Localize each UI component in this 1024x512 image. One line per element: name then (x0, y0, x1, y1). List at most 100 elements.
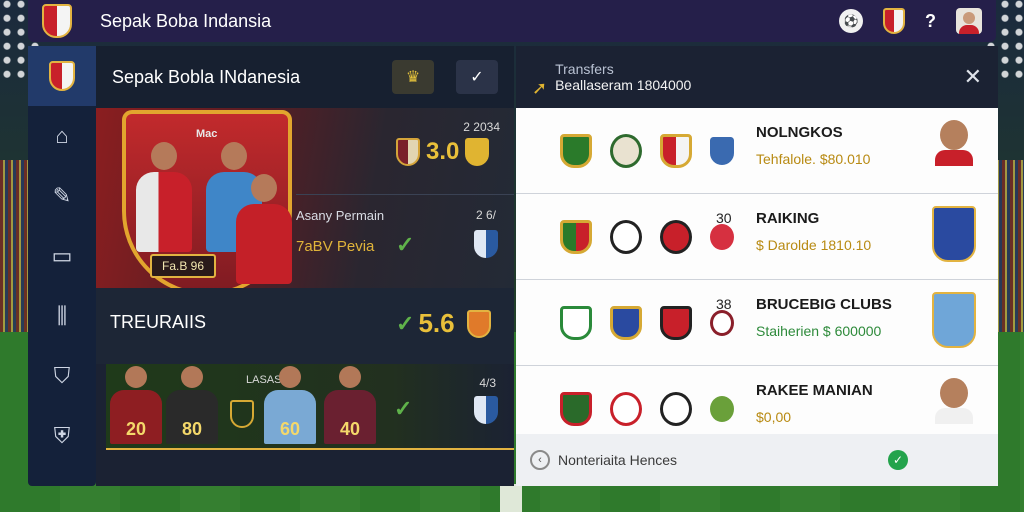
transfers-title: Transfers (555, 61, 614, 77)
transfer-name: RAIKING (756, 210, 820, 227)
transfer-name: BRUCEBIG CLUBS (756, 296, 892, 313)
team-badge-icon (396, 138, 420, 166)
player-portrait (932, 378, 976, 434)
help-icon[interactable]: ? (925, 11, 936, 32)
club-logo-icon (660, 305, 692, 340)
featured-label: Fa.B 96 (150, 254, 217, 278)
green-check-icon: ✓ (394, 396, 413, 421)
team-badge-icon[interactable] (883, 8, 905, 34)
main-panel: Sepak Bobla INdanesia ♛ ✓ Mac Fa.B 96 2 … (96, 46, 514, 486)
list-item[interactable]: 30 RAIKING $ Darolde 1810.10 (516, 194, 998, 280)
club-logo-icon (660, 133, 692, 168)
nav-item-edit[interactable]: ✎ (28, 166, 96, 226)
nav-item-stats[interactable]: ⫼ (28, 286, 96, 346)
club-logo-icon (710, 223, 734, 250)
left-nav: ⌂ ✎ ▭ ⫼ ⛉ ⛨ (28, 46, 96, 486)
squad-player[interactable]: 20 (110, 366, 162, 444)
edit-icon: ✎ (52, 183, 72, 208)
squad-num: 4/3 (479, 376, 496, 390)
transfer-arrow-icon: ➚ (532, 77, 548, 98)
featured-label-top: Asany Permain (296, 208, 385, 223)
featured-label-bottom: 7aBV Pevia (296, 238, 375, 255)
main-title: Sepak Bobla INdanesia (112, 66, 301, 87)
team-badge-icon (466, 309, 491, 338)
confirm-button[interactable]: ✓ (456, 60, 498, 94)
app-logo-icon[interactable] (42, 4, 72, 38)
footer-text: Nonteriaita Hences (558, 452, 678, 468)
main-header: Sepak Bobla INdanesia ♛ ✓ (96, 46, 514, 108)
nav-item-home[interactable]: ⌂ (28, 106, 96, 166)
nav-item-shield[interactable]: ⛨ (28, 406, 96, 466)
team-badge-icon (474, 396, 498, 424)
transfer-price: Staiherien $ 600000 (756, 323, 882, 339)
transfers-footer: ‹ Nonteriaita Hences ✓ (516, 434, 998, 486)
crown-icon: ♛ (405, 69, 421, 86)
club-logo-icon (660, 219, 692, 254)
top-bar-icons: ⚽ ? (839, 8, 982, 34)
featured-num-right: 2 6/ (475, 208, 496, 222)
back-icon[interactable]: ‹ (530, 450, 550, 470)
gold-tool-button[interactable]: ♛ (392, 60, 434, 94)
top-bar: Sepak Boba Indansia ⚽ ? (28, 0, 996, 42)
avatar[interactable] (956, 8, 982, 34)
divider (296, 194, 514, 195)
poster-text: Mac (196, 128, 218, 140)
stats-icon: ⫼ (56, 303, 68, 328)
shield-icon: ⛨ (53, 423, 71, 448)
featured-card[interactable]: Mac Fa.B 96 2 2034 3.0 Asany Permain 2 6… (96, 108, 514, 296)
transfers-header: ➚ Transfers Beallaseram 1804000 ✕ (516, 46, 998, 108)
crowd-right (994, 160, 1024, 340)
transfer-info: RAIKING $ Darolde 1810.10 (756, 210, 871, 253)
club-logo-icon (610, 305, 642, 340)
featured-shield: Mac Fa.B 96 (122, 110, 292, 296)
club-logo-icon (560, 219, 592, 254)
club-logo-icon (610, 133, 642, 168)
club-logo-icon (660, 391, 692, 426)
list-item[interactable]: NOLNGKOS Tehfalole. $80.010 (516, 108, 998, 194)
squad-player[interactable]: 60 (264, 366, 316, 444)
club-icon[interactable]: ⚽ (839, 9, 863, 33)
section-title: TREURAIIS (110, 312, 207, 332)
transfer-num: 30 (716, 210, 732, 226)
list-item[interactable]: 38 BRUCEBIG CLUBS Staiherien $ 600000 (516, 280, 998, 366)
transfer-num: 38 (716, 296, 732, 312)
club-logo-icon (560, 305, 592, 340)
transfer-price: Tehfalole. $80.010 (756, 151, 871, 167)
window-icon: ▭ (51, 243, 73, 268)
transfer-info: RAKEE MANIAN $0,00 (756, 382, 873, 425)
section-rating-row: ✓ 5.6 (396, 308, 491, 339)
transfer-name: NOLNGKOS (756, 124, 843, 141)
crowd-left (0, 160, 30, 340)
squad-player[interactable]: 40 (324, 366, 376, 444)
transfer-name: RAKEE MANIAN (756, 382, 873, 399)
featured-top-number: 2 2034 (463, 120, 500, 134)
player-figure (236, 174, 292, 284)
club-logo-icon (610, 219, 642, 254)
nav-item-trophy[interactable]: ⛉ (28, 346, 96, 406)
club-crest-icon (932, 292, 976, 348)
featured-rating-row: 3.0 (396, 138, 490, 166)
section-prefix: ✓ (396, 310, 415, 336)
squad-strip[interactable]: LASASIOS 4/3 20 80 60 40 ✓ (106, 364, 514, 450)
squad-player[interactable]: 80 (166, 366, 218, 444)
club-crest-icon (49, 61, 75, 91)
trophy-icon: ⛉ (53, 363, 71, 388)
featured-rating: 3.0 (426, 138, 460, 165)
confirm-check-icon[interactable]: ✓ (888, 450, 908, 470)
transfers-panel: ➚ Transfers Beallaseram 1804000 ✕ NOLNGK… (516, 46, 998, 486)
club-logo-icon (710, 136, 734, 165)
player-portrait (932, 120, 976, 176)
featured-stats: 2 2034 3.0 Asany Permain 2 6/ 7aBV Pevia… (296, 108, 514, 288)
club-logo-icon (560, 391, 592, 426)
nav-item-window[interactable]: ▭ (28, 226, 96, 286)
nav-item-club[interactable] (28, 46, 96, 106)
green-check-icon: ✓ (396, 232, 415, 257)
gold-emblem-icon (230, 400, 254, 428)
section-treuraiis[interactable]: TREURAIIS ✓ 5.6 (96, 288, 514, 364)
transfer-price: $0,00 (756, 409, 792, 425)
app-title: Sepak Boba Indansia (100, 10, 272, 31)
gold-shield-icon (465, 138, 490, 166)
close-icon[interactable]: ✕ (964, 64, 982, 90)
transfer-info: BRUCEBIG CLUBS Staiherien $ 600000 (756, 296, 892, 339)
transfer-price: $ Darolde 1810.10 (756, 237, 872, 253)
